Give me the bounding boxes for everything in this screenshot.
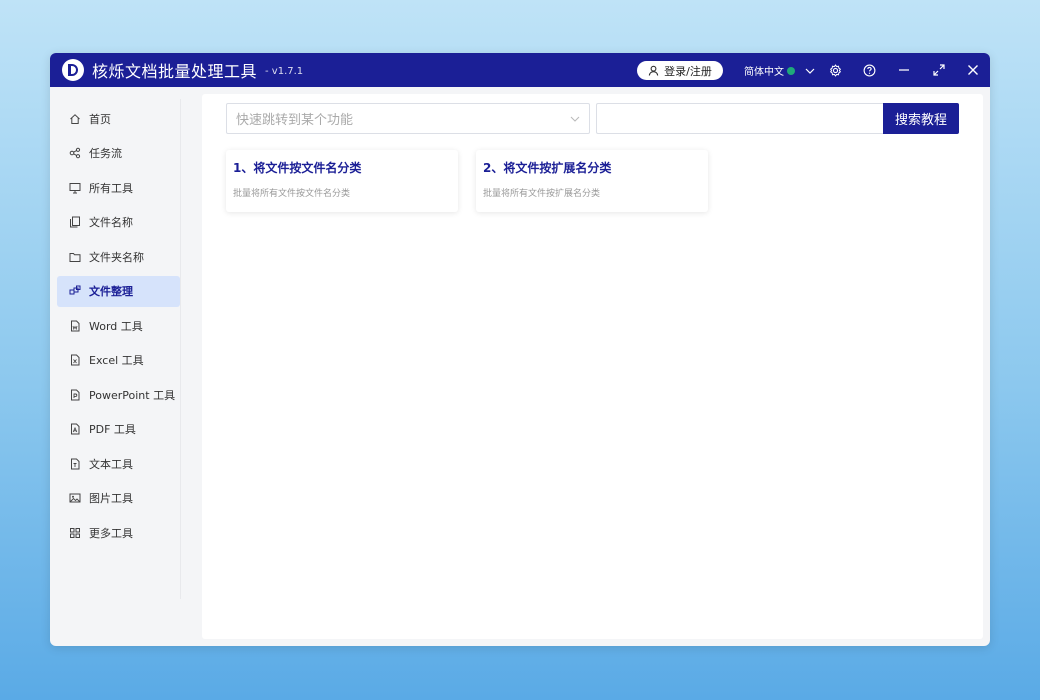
chevron-down-icon [805, 68, 815, 74]
user-icon [648, 65, 659, 76]
sidebar-item-word-tools[interactable]: Word 工具 [57, 310, 180, 341]
login-label: 登录/注册 [664, 64, 712, 78]
minimize-icon[interactable] [896, 62, 912, 78]
sidebar-item-label: Word 工具 [89, 319, 143, 333]
sidebar-item-label: 图片工具 [89, 492, 133, 505]
organize-icon [69, 285, 81, 297]
app-window: 核烁文档批量处理工具 - v1.7.1 登录/注册 简体中文 首页 任务流 所有… [50, 53, 990, 646]
sidebar-divider [180, 99, 181, 599]
sidebar-item-file-organize[interactable]: 文件整理 [57, 275, 180, 307]
sidebar-item-all-tools[interactable]: 所有工具 [57, 172, 180, 203]
pdf-file-icon [69, 423, 81, 435]
quick-jump-placeholder: 快速跳转到某个功能 [236, 113, 354, 128]
home-icon [69, 113, 81, 125]
sidebar-item-workflow[interactable]: 任务流 [57, 138, 180, 169]
grid-icon [69, 527, 81, 539]
text-file-icon [69, 458, 81, 470]
monitor-icon [69, 182, 81, 194]
sidebar-item-label: PDF 工具 [89, 423, 136, 436]
sidebar-item-label: Excel 工具 [89, 354, 144, 367]
quick-jump-select[interactable]: 快速跳转到某个功能 [226, 103, 590, 134]
sidebar-item-image-tools[interactable]: 图片工具 [57, 483, 180, 514]
feature-card-classify-by-filename[interactable]: 1、将文件按文件名分类 批量将所有文件按文件名分类 [226, 150, 458, 212]
main-panel: 快速跳转到某个功能 搜索教程 1、将文件按文件名分类 批量将所有文件按文件名分类… [202, 94, 983, 639]
file-copy-icon [69, 216, 81, 228]
card-description: 批量将所有文件按扩展名分类 [483, 189, 601, 199]
settings-gear-icon[interactable] [827, 62, 843, 78]
login-button[interactable]: 登录/注册 [637, 61, 723, 80]
close-icon[interactable] [965, 62, 981, 78]
feature-card-classify-by-extension[interactable]: 2、将文件按扩展名分类 批量将所有文件按扩展名分类 [476, 150, 708, 212]
sidebar-item-label: 文本工具 [89, 457, 133, 471]
sidebar-item-text-tools[interactable]: 文本工具 [57, 448, 180, 479]
app-logo-icon [62, 59, 84, 81]
language-select[interactable]: 简体中文 [744, 63, 816, 78]
sidebar-item-label: 文件整理 [89, 285, 133, 298]
sidebar-item-home[interactable]: 首页 [57, 103, 180, 134]
sidebar-item-folder-name[interactable]: 文件夹名称 [57, 241, 180, 272]
sidebar-item-label: 文件夹名称 [89, 250, 144, 264]
search-tutorial-button[interactable]: 搜索教程 [883, 103, 959, 134]
title-bar: 核烁文档批量处理工具 - v1.7.1 登录/注册 简体中文 [50, 53, 990, 87]
excel-file-icon [69, 354, 81, 366]
image-icon [69, 492, 81, 504]
card-title: 2、将文件按扩展名分类 [483, 161, 612, 175]
search-input[interactable] [596, 103, 884, 134]
sidebar-item-powerpoint-tools[interactable]: PowerPoint 工具 [57, 379, 180, 410]
sidebar-item-label: 首页 [89, 112, 111, 126]
sidebar-item-file-name[interactable]: 文件名称 [57, 207, 180, 238]
sidebar-item-label: 文件名称 [89, 216, 133, 229]
language-globe-icon [787, 66, 795, 75]
sidebar-item-more-tools[interactable]: 更多工具 [57, 517, 180, 548]
app-title: 核烁文档批量处理工具 [92, 62, 258, 81]
language-label: 简体中文 [744, 67, 784, 78]
help-icon[interactable] [861, 62, 877, 78]
sidebar-item-label: 所有工具 [89, 181, 133, 195]
maximize-icon[interactable] [931, 62, 947, 78]
sidebar-item-label: 任务流 [89, 147, 122, 160]
app-version: - v1.7.1 [265, 66, 304, 77]
card-title: 1、将文件按文件名分类 [233, 161, 362, 175]
sidebar-item-label: PowerPoint 工具 [89, 388, 176, 402]
card-description: 批量将所有文件按文件名分类 [233, 189, 351, 199]
sidebar: 首页 任务流 所有工具 文件名称 文件夹名称 文件整理 Word 工具 Exce… [50, 87, 180, 646]
folder-icon [69, 251, 81, 263]
word-file-icon [69, 320, 81, 332]
workflow-icon [69, 147, 81, 159]
chevron-down-icon [570, 116, 580, 122]
ppt-file-icon [69, 389, 81, 401]
sidebar-item-pdf-tools[interactable]: PDF 工具 [57, 414, 180, 445]
sidebar-item-label: 更多工具 [89, 526, 133, 540]
sidebar-item-excel-tools[interactable]: Excel 工具 [57, 345, 180, 376]
